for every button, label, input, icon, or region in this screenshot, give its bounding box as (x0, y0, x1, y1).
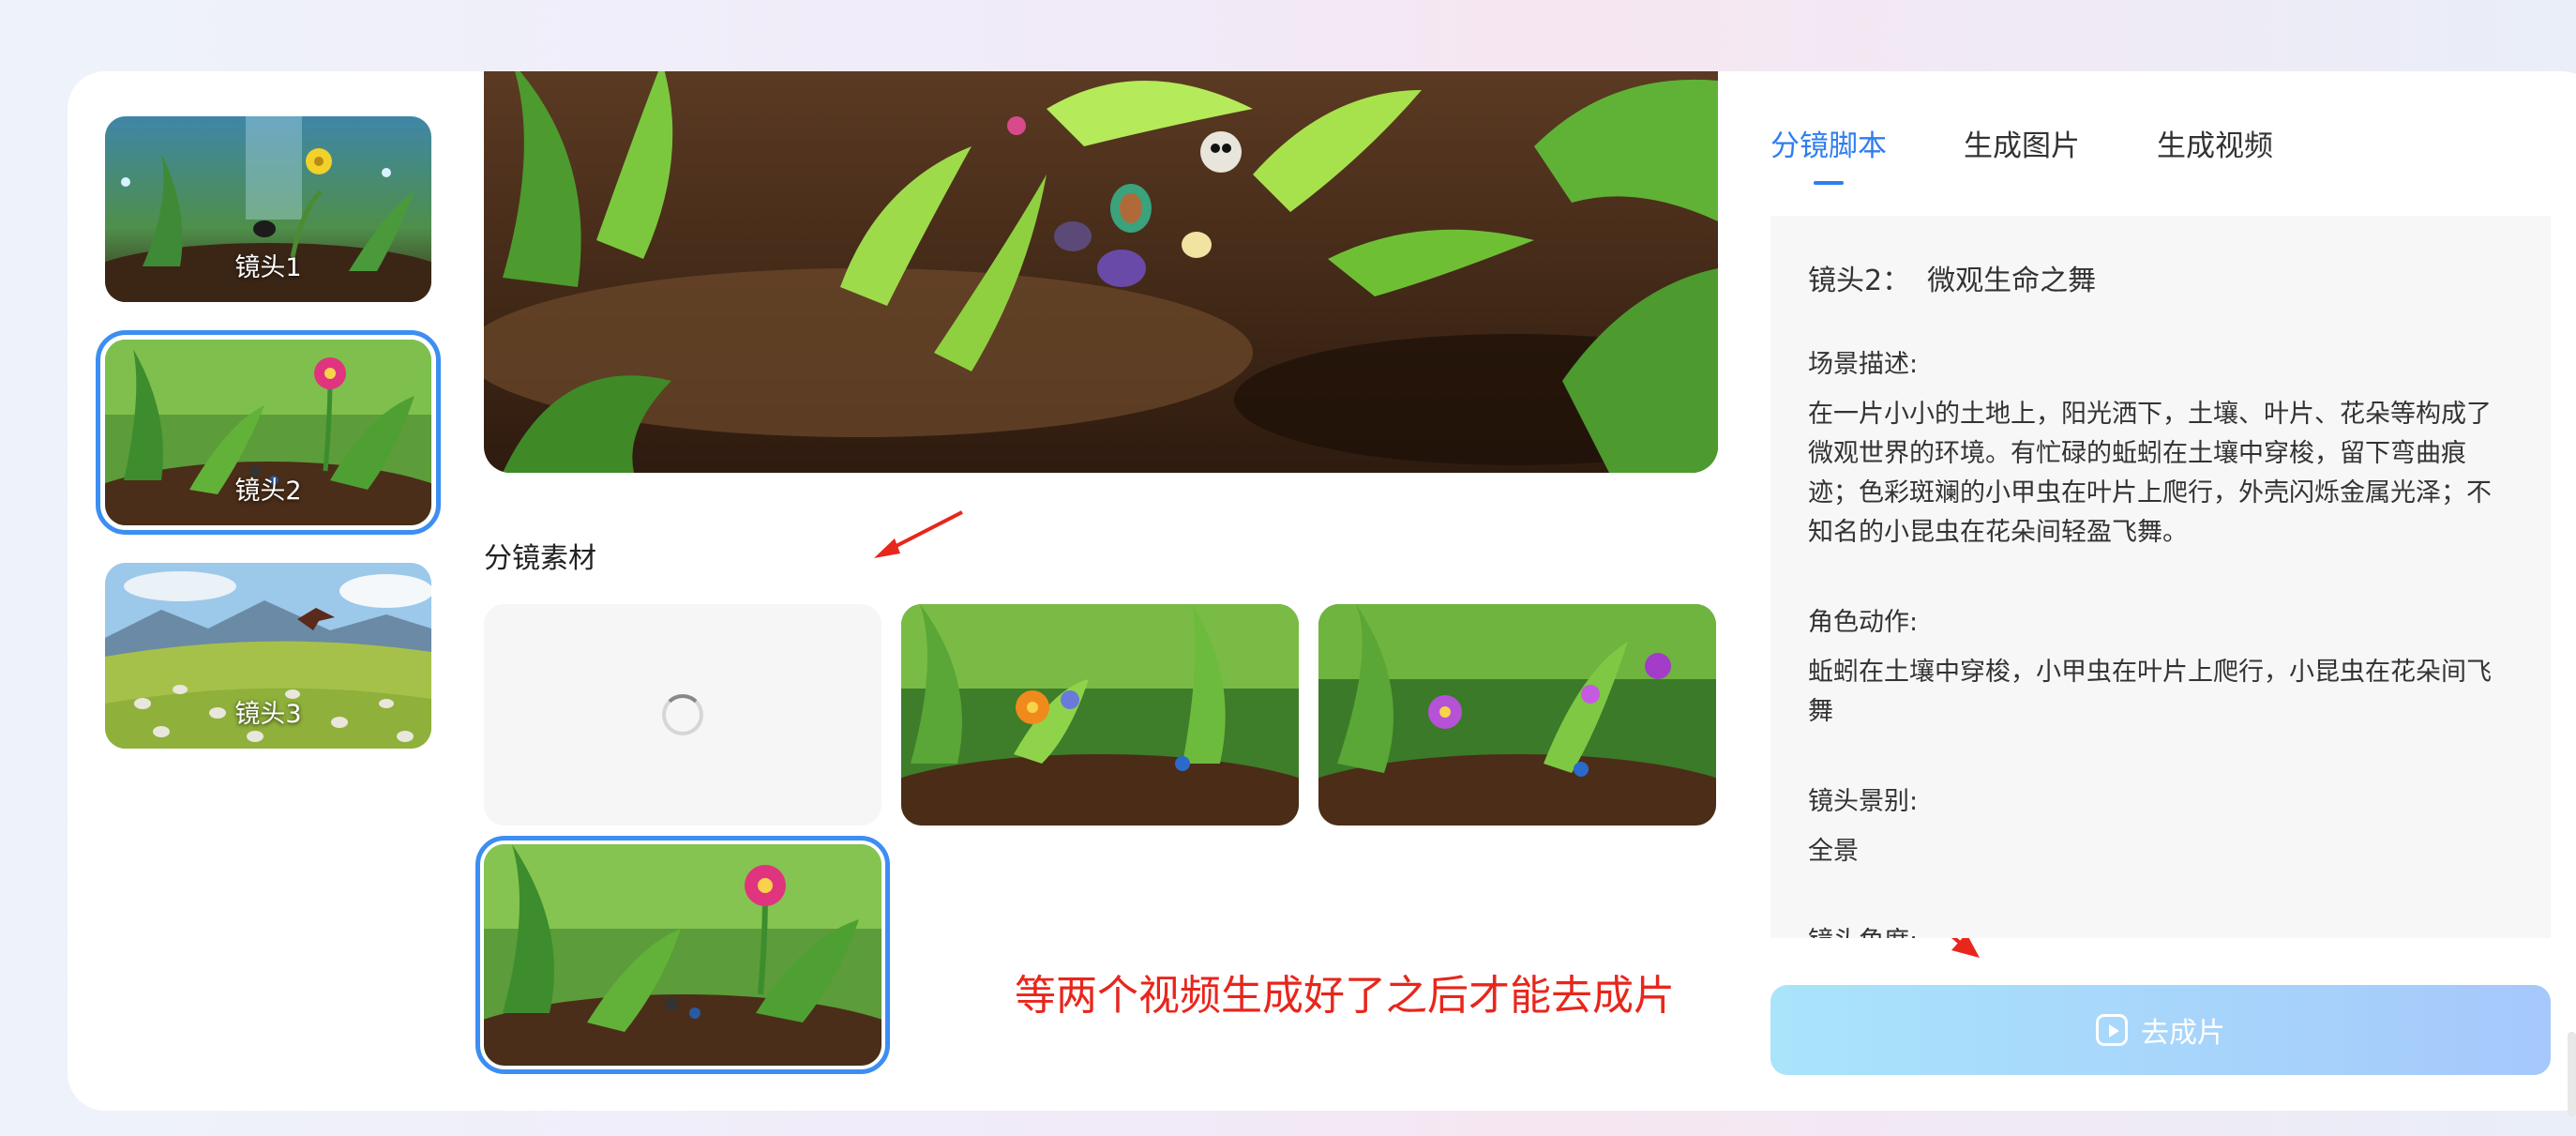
material-3-image (1318, 604, 1716, 825)
shot-card-2[interactable]: 镜头2 (96, 330, 441, 535)
panel-tabs: 分镜脚本 生成图片 生成视频 (1770, 122, 2273, 185)
loading-spinner-icon (662, 694, 703, 735)
shot-card-3[interactable]: 镜头3 (105, 563, 431, 749)
material-loading-card[interactable] (484, 604, 881, 825)
preview-image (484, 71, 1718, 473)
shot-label: 镜头1 (234, 253, 302, 282)
annotation-arrow-icon (874, 510, 963, 558)
material-thumbnail-2[interactable] (901, 604, 1299, 825)
tab-storyboard-script[interactable]: 分镜脚本 (1770, 122, 1887, 185)
shot-heading-name: 微观生命之舞 (1927, 265, 2097, 297)
shot-heading-prefix: 镜头2： (1808, 265, 1911, 297)
material-4-image (484, 844, 881, 1066)
shot-card-1[interactable]: 镜头1 (105, 116, 431, 302)
annotation-note: 等两个视频生成好了之后才能去成片 (1015, 972, 1675, 1020)
material-thumbnail-4[interactable] (475, 836, 890, 1074)
action-label: 角色动作: (1808, 608, 1919, 637)
scene-text: 在一片小小的土地上，阳光洒下，土壤、叶片、花朵等构成了微观世界的环境。有忙碌的蚯… (1808, 400, 2492, 547)
angle-label: 镜头角度: (1808, 920, 2513, 938)
view-text: 全景 (1808, 837, 1859, 866)
material-thumbnail-3[interactable] (1318, 604, 1716, 825)
tab-generate-video[interactable]: 生成视频 (2157, 122, 2273, 164)
tab-generate-image[interactable]: 生成图片 (1964, 122, 2080, 164)
script-panel[interactable]: 镜头2： 微观生命之舞 场景描述: 在一片小小的土地上，阳光洒下，土壤、叶片、花… (1770, 216, 2551, 938)
shot-heading: 镜头2： 微观生命之舞 (1808, 257, 2513, 298)
action-text: 蚯蚓在土壤中穿梭，小甲虫在叶片上爬行，小昆虫在花朵间飞舞 (1808, 658, 2492, 726)
play-icon (2096, 1014, 2128, 1046)
shot-label: 镜头3 (234, 700, 302, 729)
go-to-final-label: 去成片 (2141, 1017, 2225, 1050)
scrollbar[interactable] (2568, 1032, 2576, 1116)
scene-label: 场景描述: (1808, 350, 1919, 379)
shot-label: 镜头2 (234, 477, 302, 506)
view-label: 镜头景别: (1808, 787, 1919, 816)
go-to-final-button[interactable]: 去成片 (1770, 985, 2551, 1075)
material-2-image (901, 604, 1299, 825)
materials-title: 分镜素材 (484, 542, 596, 575)
